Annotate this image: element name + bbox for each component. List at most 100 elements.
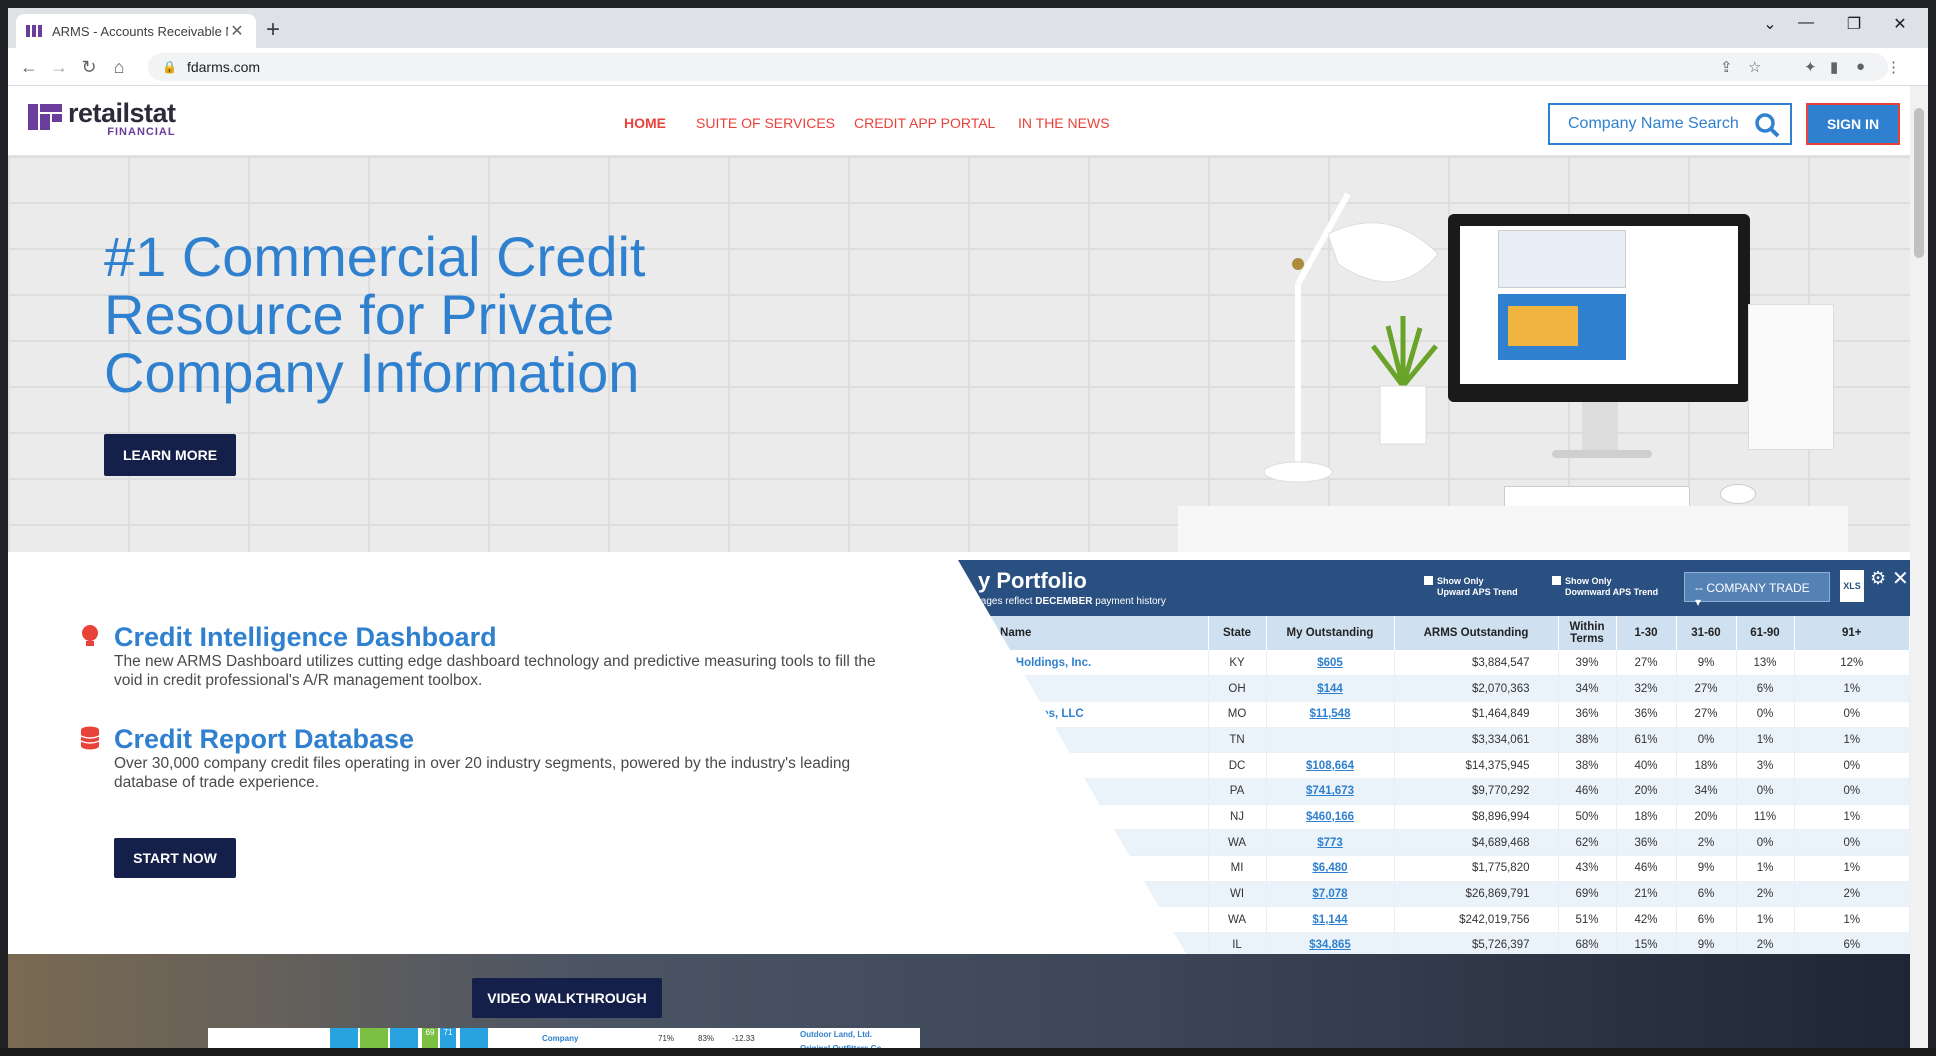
row-company[interactable]: he): [958, 778, 1209, 805]
col-state[interactable]: State: [1208, 616, 1267, 650]
row-my-outstanding[interactable]: $108,664: [1266, 752, 1395, 779]
nav-credit-app-portal[interactable]: CREDIT APP PORTAL: [854, 115, 995, 131]
close-icon[interactable]: ✕: [1892, 566, 1909, 591]
row-91-plus: 12%: [1794, 650, 1910, 677]
gear-icon[interactable]: ⚙: [1870, 568, 1886, 589]
row-my-outstanding[interactable]: $460,166: [1266, 804, 1395, 831]
extensions-icon[interactable]: ✦: [1804, 58, 1817, 76]
reload-icon[interactable]: ↻: [76, 54, 102, 80]
tab-search-icon[interactable]: ⌄: [1750, 14, 1790, 34]
table-row[interactable]: NJ $460,166 $8,896,994 50% 18% 20% 11% 1%: [958, 804, 1910, 831]
table-row[interactable]: he) PA $741,673 $9,770,292 46% 20% 34% 0% 0%: [958, 778, 1910, 805]
home-icon[interactable]: ⌂: [106, 54, 132, 80]
row-my-outstanding[interactable]: $605: [1266, 650, 1395, 677]
profile-icon[interactable]: ●: [1856, 58, 1865, 75]
row-my-outstanding[interactable]: $11,548: [1266, 701, 1395, 728]
bookmark-star-icon[interactable]: ☆: [1748, 58, 1761, 76]
address-bar[interactable]: 🔒 fdarms.com: [148, 53, 1888, 81]
table-row[interactable]: MI $6,480 $1,775,820 43% 46% 9% 1% 1%: [958, 855, 1910, 882]
row-company[interactable]: [958, 906, 1209, 934]
row-my-outstanding[interactable]: $6,480: [1266, 855, 1395, 882]
row-company[interactable]: sch Companies, LLC: [958, 701, 1209, 728]
col-my-outstanding[interactable]: My Outstanding: [1266, 616, 1395, 650]
row-company[interactable]: [958, 829, 1209, 856]
downward-trend-checkbox[interactable]: Show Only Downward APS Trend: [1552, 576, 1658, 598]
video-walkthrough-button[interactable]: VIDEO WALKTHROUGH: [472, 978, 662, 1018]
row-31-60: 6%: [1676, 906, 1737, 934]
row-my-outstanding[interactable]: $7,078: [1266, 881, 1395, 908]
scrollbar-thumb[interactable]: [1914, 108, 1924, 258]
row-within-terms: 36%: [1558, 701, 1617, 728]
preview-bar-label: 69: [422, 1028, 438, 1050]
row-company[interactable]: [958, 804, 1209, 831]
logo[interactable]: retailstat FINANCIAL: [28, 100, 176, 138]
table-row[interactable]: Agriculture DC $108,664 $14,375,945 38% 40% 18…: [958, 752, 1910, 779]
row-61-90: 2%: [1736, 881, 1795, 908]
col-91-plus[interactable]: 91+: [1794, 616, 1910, 650]
row-my-outstanding[interactable]: $773: [1266, 829, 1395, 856]
row-arms-outstanding: $14,375,945: [1394, 752, 1559, 779]
table-row[interactable]: per Company TN $3,334,061 38% 61% 0% 1% 1%: [958, 727, 1910, 754]
row-within-terms: 38%: [1558, 752, 1617, 779]
web-page: retailstat FINANCIAL HOME SUITE OF SERVI…: [8, 86, 1910, 1056]
upward-trend-checkbox[interactable]: Show Only Upward APS Trend: [1424, 576, 1518, 598]
row-company[interactable]: g World Holdings, Inc.: [958, 650, 1209, 677]
forward-icon[interactable]: →: [46, 54, 72, 80]
company-search-input[interactable]: Company Name Search: [1548, 103, 1792, 145]
row-state: DC: [1208, 752, 1267, 779]
row-my-outstanding[interactable]: [1266, 727, 1395, 754]
nav-in-the-news[interactable]: IN THE NEWS: [1018, 115, 1110, 131]
monitor-screen: [1460, 226, 1738, 384]
row-my-outstanding[interactable]: $1,144: [1266, 906, 1395, 934]
col-31-60[interactable]: 31-60: [1676, 616, 1737, 650]
col-arms-outstanding[interactable]: ARMS Outstanding: [1394, 616, 1559, 650]
col-within-terms[interactable]: Within Terms: [1558, 616, 1617, 650]
table-row[interactable]: ns USA Inc. OH $144 $2,070,363 34% 32% 27% 6% 1%: [958, 675, 1910, 702]
browser-tab[interactable]: ARMS - Accounts Receivable Ma ✕: [16, 14, 256, 48]
back-icon[interactable]: ←: [16, 54, 42, 80]
xls-export-icon[interactable]: XLS: [1840, 570, 1864, 602]
row-91-plus: 0%: [1794, 778, 1910, 805]
table-row[interactable]: WI $7,078 $26,869,791 69% 21% 6% 2% 2%: [958, 881, 1910, 908]
search-icon[interactable]: [1754, 112, 1780, 138]
company-trade-select[interactable]: -- COMPANY TRADE ▾: [1684, 572, 1830, 609]
learn-more-button[interactable]: LEARN MORE: [104, 434, 236, 476]
row-company[interactable]: [958, 881, 1209, 908]
row-61-90: 3%: [1736, 752, 1795, 779]
feature-title[interactable]: Credit Report Database: [114, 724, 900, 754]
col-61-90[interactable]: 61-90: [1736, 616, 1795, 650]
col-company-name[interactable]: pany Name: [958, 616, 1209, 650]
row-company[interactable]: Agriculture: [958, 752, 1209, 779]
row-1-30: 61%: [1616, 727, 1677, 754]
restore-button[interactable]: ❐: [1834, 14, 1874, 34]
close-window-button[interactable]: ✕: [1880, 14, 1920, 34]
table-row[interactable]: WA $1,144 $242,019,756 51% 42% 6% 1% 1%: [958, 906, 1910, 934]
row-my-outstanding[interactable]: $144: [1266, 675, 1395, 702]
side-panel-icon[interactable]: ▮: [1830, 58, 1838, 76]
share-icon[interactable]: ⇪: [1720, 58, 1733, 76]
row-arms-outstanding: $1,464,849: [1394, 701, 1559, 728]
table-row[interactable]: WA $773 $4,689,468 62% 36% 2% 0% 0%: [958, 829, 1910, 856]
row-91-plus: 0%: [1794, 829, 1910, 856]
close-tab-icon[interactable]: ✕: [228, 21, 246, 41]
feature-title[interactable]: Credit Intelligence Dashboard: [114, 622, 900, 652]
row-my-outstanding[interactable]: $741,673: [1266, 778, 1395, 805]
row-company[interactable]: ns USA Inc.: [958, 675, 1209, 702]
feature-text: Over 30,000 company credit files operati…: [114, 755, 851, 791]
row-31-60: 27%: [1676, 701, 1737, 728]
start-now-button[interactable]: START NOW: [114, 838, 236, 878]
vertical-scrollbar[interactable]: [1910, 86, 1928, 1056]
nav-suite-of-services[interactable]: SUITE OF SERVICES: [696, 115, 835, 131]
new-tab-button[interactable]: +: [266, 16, 280, 44]
table-row[interactable]: g World Holdings, Inc. KY $605 $3,884,547 39…: [958, 650, 1910, 677]
col-1-30[interactable]: 1-30: [1616, 616, 1677, 650]
nav-home[interactable]: HOME: [624, 115, 666, 131]
sign-in-button[interactable]: SIGN IN: [1806, 103, 1900, 145]
table-row[interactable]: sch Companies, LLC MO $11,548 $1,464,849 36%…: [958, 701, 1910, 728]
menu-icon[interactable]: ⋮: [1886, 58, 1901, 76]
desk: [1178, 506, 1848, 552]
row-company[interactable]: per Company: [958, 727, 1209, 754]
minimize-button[interactable]: —: [1786, 14, 1826, 32]
row-company[interactable]: [958, 855, 1209, 882]
row-91-plus: 1%: [1794, 906, 1910, 934]
